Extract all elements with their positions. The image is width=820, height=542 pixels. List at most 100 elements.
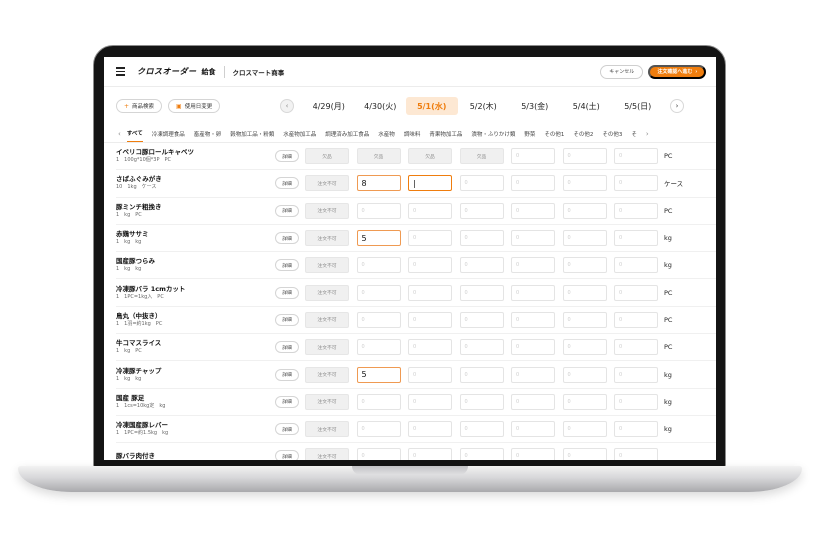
quantity-input[interactable]: 0 [614,339,658,356]
date-tab[interactable]: 4/29(月) [303,97,355,115]
quantity-input[interactable]: 0 [614,448,658,460]
quantity-input[interactable]: 0 [356,257,401,274]
quantity-input[interactable]: 0 [562,175,607,192]
quantity-input[interactable]: 0 [562,339,607,356]
hamburger-menu-icon[interactable] [116,67,125,76]
quantity-input[interactable]: | [408,175,452,192]
quantity-input[interactable]: 0 [459,202,504,219]
detail-button[interactable]: 詳細 [275,450,299,460]
quantity-input[interactable]: 0 [408,366,452,383]
quantity-input[interactable]: 5 [356,366,401,383]
quantity-input[interactable]: 0 [408,202,452,219]
quantity-input[interactable]: 0 [511,339,555,356]
quantity-input[interactable]: 0 [614,421,658,438]
quantity-input[interactable]: 0 [562,311,607,328]
detail-button[interactable]: 詳細 [275,232,299,245]
quantity-input[interactable]: 0 [562,284,607,301]
chevron-right-icon[interactable]: › [646,130,649,138]
confirm-order-button[interactable]: 注文確認へ進む › [648,64,706,79]
quantity-input[interactable]: 0 [459,230,504,247]
quantity-input[interactable]: 0 [614,311,658,328]
category-tab[interactable]: そ [631,126,637,142]
quantity-input[interactable]: 0 [562,230,607,247]
quantity-input[interactable]: 0 [511,230,555,247]
quantity-input[interactable]: 0 [511,175,555,192]
detail-button[interactable]: 詳細 [275,341,299,354]
quantity-input[interactable]: 0 [562,148,607,165]
quantity-input[interactable]: 0 [511,257,555,274]
category-tab[interactable]: 穀物加工品・粉類 [230,126,274,142]
quantity-input[interactable]: 0 [356,284,401,301]
quantity-input[interactable]: 0 [614,257,658,274]
quantity-input[interactable]: 0 [408,339,452,356]
quantity-input[interactable]: 0 [459,311,504,328]
quantity-input[interactable]: 0 [614,148,658,165]
cancel-button[interactable]: キャンセル [600,64,644,79]
category-tab[interactable]: その他2 [573,126,593,142]
change-date-button[interactable]: ▣ 使用日変更 [168,99,221,113]
quantity-input[interactable]: 0 [356,202,401,219]
category-tab[interactable]: 水産物加工品 [283,126,316,142]
category-tab[interactable]: 野菜 [524,126,535,142]
next-dates-button[interactable]: › [670,99,684,113]
detail-button[interactable]: 詳細 [275,259,299,272]
quantity-input[interactable]: 0 [408,311,452,328]
detail-button[interactable]: 詳細 [275,177,299,190]
quantity-input[interactable]: 0 [562,202,607,219]
quantity-input[interactable]: 0 [459,366,504,383]
quantity-input[interactable]: 0 [562,448,607,460]
quantity-input[interactable]: 8 [356,175,401,192]
quantity-input[interactable]: 0 [356,339,401,356]
quantity-input[interactable]: 0 [408,448,452,460]
date-tab[interactable]: 5/5(日) [612,97,664,115]
quantity-input[interactable]: 0 [511,448,555,460]
quantity-input[interactable]: 0 [408,393,452,410]
detail-button[interactable]: 詳細 [275,286,299,299]
detail-button[interactable]: 詳細 [275,150,299,163]
quantity-input[interactable]: 0 [459,175,504,192]
detail-button[interactable]: 詳細 [275,368,299,381]
quantity-input[interactable]: 0 [562,257,607,274]
quantity-input[interactable]: 0 [614,202,658,219]
quantity-input[interactable]: 0 [511,284,555,301]
quantity-input[interactable]: 0 [614,366,658,383]
quantity-input[interactable]: 0 [459,448,504,460]
quantity-input[interactable]: 0 [459,257,504,274]
quantity-input[interactable]: 0 [459,393,504,410]
quantity-input[interactable]: 0 [356,311,401,328]
quantity-input[interactable]: 0 [511,366,555,383]
quantity-input[interactable]: 0 [511,393,555,410]
quantity-input[interactable]: 0 [459,421,504,438]
quantity-input[interactable]: 0 [511,148,555,165]
product-search-button[interactable]: + 商品検索 [116,99,163,113]
category-tab[interactable]: その他3 [602,126,622,142]
category-tab[interactable]: すべて [126,125,143,142]
quantity-input[interactable]: 0 [408,257,452,274]
date-tab[interactable]: 5/3(金) [509,97,561,115]
category-tab[interactable]: 調理済み加工食品 [325,126,369,142]
quantity-input[interactable]: 0 [614,230,658,247]
quantity-input[interactable]: 0 [459,284,504,301]
date-tab[interactable]: 5/1(水) [406,97,458,115]
category-tab[interactable]: 調味料 [404,126,421,142]
quantity-input[interactable]: 0 [356,393,401,410]
category-tab[interactable]: 水産物 [378,126,395,142]
detail-button[interactable]: 詳細 [275,395,299,408]
quantity-input[interactable]: 0 [511,202,555,219]
category-tab[interactable]: 漬物・ふりかけ類 [471,126,515,142]
quantity-input[interactable]: 0 [511,421,555,438]
detail-button[interactable]: 詳細 [275,423,299,436]
date-tab[interactable]: 4/30(火) [355,97,407,115]
quantity-input[interactable]: 0 [408,284,452,301]
category-tab[interactable]: 畜産物・卵 [194,126,222,142]
quantity-input[interactable]: 5 [356,230,401,247]
category-tab[interactable]: 冷凍調理食品 [152,126,185,142]
quantity-input[interactable]: 0 [562,393,607,410]
quantity-input[interactable]: 0 [511,311,555,328]
category-tab[interactable]: 青果物加工品 [429,126,462,142]
quantity-input[interactable]: 0 [562,366,607,383]
category-tab[interactable]: その他1 [544,126,564,142]
quantity-input[interactable]: 0 [614,284,658,301]
detail-button[interactable]: 詳細 [275,313,299,326]
date-tab[interactable]: 5/2(木) [458,97,510,115]
